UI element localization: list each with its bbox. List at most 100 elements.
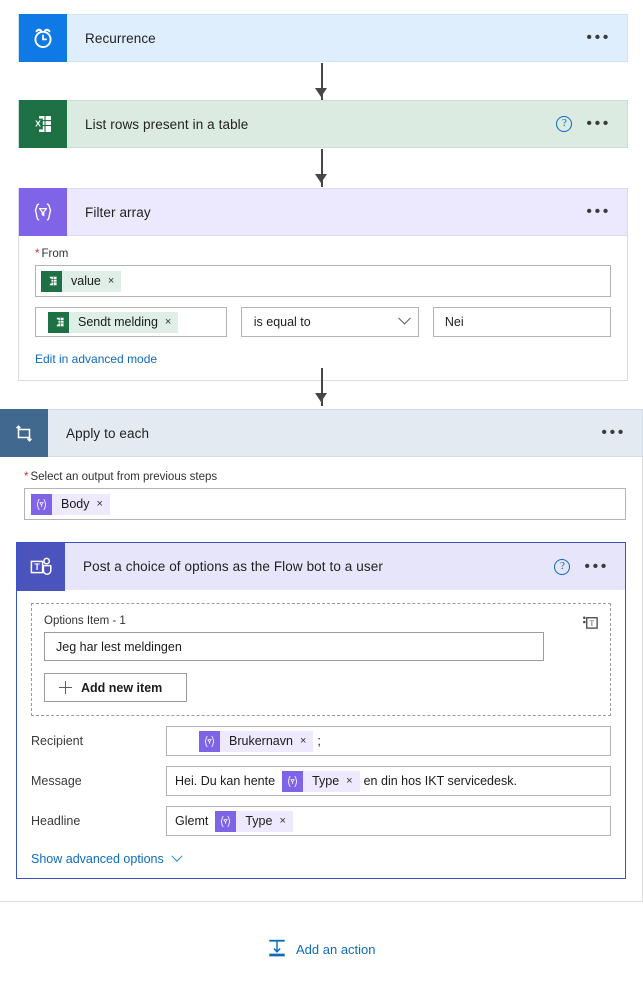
plus-icon (59, 681, 72, 694)
help-icon[interactable]: ? (554, 558, 571, 575)
loop-icon (0, 409, 48, 457)
message-text-2: en din hos IKT servicedesk. (363, 774, 517, 788)
text-box-icon[interactable]: T (582, 613, 601, 637)
expression-icon (31, 493, 52, 515)
recipient-input[interactable]: Brukernavn × ; (166, 726, 611, 756)
filter-expression-icon (19, 188, 67, 236)
step-header-actions: ? ••• (556, 116, 627, 132)
flow-step-apply-to-each[interactable]: Apply to each ••• * Select an output from… (0, 409, 643, 902)
step-title: Apply to each (66, 425, 150, 441)
connector-arrow-3 (315, 393, 327, 402)
add-new-item-label: Add new item (81, 680, 163, 695)
step-header-actions: ••• (601, 425, 642, 441)
chevron-down-icon (398, 311, 411, 325)
show-advanced-options-label: Show advanced options (31, 852, 164, 866)
more-menu-button[interactable]: ••• (586, 204, 611, 220)
expression-icon (215, 810, 237, 832)
field-row-headline: Headline Glemt Type × (31, 806, 611, 836)
token-remove-icon[interactable]: × (300, 735, 306, 747)
token-type[interactable]: Type × (282, 770, 360, 792)
field-label: Headline (31, 814, 81, 828)
options-item-label: Options Item - 1 (44, 615, 126, 627)
filter-array-body: * From value × Sendt melding × is equal … (18, 236, 628, 381)
field-row-message: Message Hei. Du kan hente Type × en din … (31, 766, 611, 796)
microsoft-teams-icon: T (17, 542, 65, 591)
options-item-group: Options Item - 1 Jeg har lest meldingen … (31, 603, 611, 716)
step-title: Post a choice of options as the Flow bot… (83, 559, 383, 574)
token-remove-icon[interactable]: × (108, 275, 114, 287)
more-menu-button[interactable]: ••• (586, 116, 611, 132)
condition-value: Nei (444, 315, 464, 329)
select-output-field[interactable]: Body × (24, 488, 626, 520)
step-header[interactable]: Recurrence ••• (18, 14, 628, 62)
token-label: Body × (52, 493, 110, 515)
token-label: Brukernavn × (220, 730, 314, 752)
required-marker: * (24, 471, 29, 483)
svg-text:X: X (35, 118, 41, 128)
step-title: List rows present in a table (85, 116, 249, 132)
select-output-label: * Select an output from previous steps (24, 471, 218, 483)
token-value[interactable]: value × (41, 270, 122, 292)
from-label: * From (35, 248, 69, 260)
from-field[interactable]: value × (35, 265, 611, 297)
teams-action-body: Options Item - 1 Jeg har lest meldingen … (16, 590, 626, 879)
field-label: Recipient (31, 734, 84, 748)
apply-to-each-body: * Select an output from previous steps Bo… (0, 457, 643, 902)
token-remove-icon[interactable]: × (165, 316, 171, 328)
step-header-actions: ••• (586, 30, 627, 46)
options-item-input[interactable]: Jeg har lest meldingen (44, 632, 544, 661)
condition-row: Sendt melding × is equal to Nei (35, 307, 611, 337)
flow-step-filter-array[interactable]: Filter array ••• * From value × Sendt me… (18, 188, 628, 381)
token-brukernavn[interactable]: Brukernavn × (199, 730, 314, 752)
step-header-actions: ••• (586, 204, 627, 220)
headline-text-1: Glemt (175, 814, 209, 828)
help-icon[interactable]: ? (556, 116, 573, 132)
token-sendt-melding[interactable]: Sendt melding × (48, 311, 179, 333)
token-remove-icon[interactable]: × (97, 498, 103, 510)
show-advanced-options-link[interactable]: Show advanced options (31, 850, 611, 866)
more-menu-button[interactable]: ••• (584, 558, 609, 574)
token-remove-icon[interactable]: × (346, 775, 352, 787)
message-input[interactable]: Hei. Du kan hente Type × en din hos IKT … (166, 766, 611, 796)
step-title: Recurrence (85, 30, 156, 46)
recipient-separator: ; (317, 734, 321, 748)
svg-text:T: T (34, 562, 40, 572)
excel-icon (41, 270, 62, 292)
add-new-item-button[interactable]: Add new item (44, 673, 187, 702)
required-marker: * (35, 248, 40, 260)
token-body[interactable]: Body × (31, 493, 110, 515)
expression-icon (199, 730, 220, 752)
condition-operator-select[interactable]: is equal to (240, 307, 419, 337)
token-label: Type × (236, 810, 293, 832)
token-remove-icon[interactable]: × (279, 815, 285, 827)
field-row-recipient: Recipient Brukernavn × ; (31, 726, 611, 756)
more-menu-button[interactable]: ••• (601, 425, 626, 441)
flow-step-post-choice-teams[interactable]: T Post a choice of options as the Flow b… (16, 542, 626, 879)
excel-icon: X (19, 100, 67, 148)
step-header[interactable]: Filter array ••• (18, 188, 628, 236)
step-header[interactable]: X List rows present in a table ? ••• (18, 100, 628, 148)
flow-designer-canvas: Recurrence ••• X List rows present in a … (0, 0, 643, 999)
add-an-action-button[interactable]: Add an action (267, 938, 376, 961)
edit-advanced-mode-link[interactable]: Edit in advanced mode (35, 352, 611, 366)
expression-icon (282, 770, 304, 792)
token-type[interactable]: Type × (215, 810, 293, 832)
field-label: Message (31, 774, 82, 788)
excel-icon (48, 311, 69, 333)
step-header[interactable]: Apply to each ••• (0, 409, 643, 457)
options-item-value: Jeg har lest meldingen (56, 639, 182, 654)
flow-step-recurrence[interactable]: Recurrence ••• (18, 14, 628, 62)
add-an-action-label: Add an action (296, 942, 376, 957)
step-title: Filter array (85, 204, 151, 220)
more-menu-button[interactable]: ••• (586, 30, 611, 46)
headline-input[interactable]: Glemt Type × (166, 806, 611, 836)
svg-text:T: T (590, 619, 595, 628)
connector-arrow-1 (315, 88, 327, 97)
step-header-actions: ? ••• (554, 558, 625, 575)
step-header[interactable]: T Post a choice of options as the Flow b… (16, 542, 626, 591)
token-label: Type × (303, 770, 360, 792)
flow-step-list-rows[interactable]: X List rows present in a table ? ••• (18, 100, 628, 148)
condition-left-field[interactable]: Sendt melding × (35, 307, 227, 337)
condition-value-input[interactable]: Nei (432, 307, 611, 337)
operator-value: is equal to (253, 315, 311, 329)
